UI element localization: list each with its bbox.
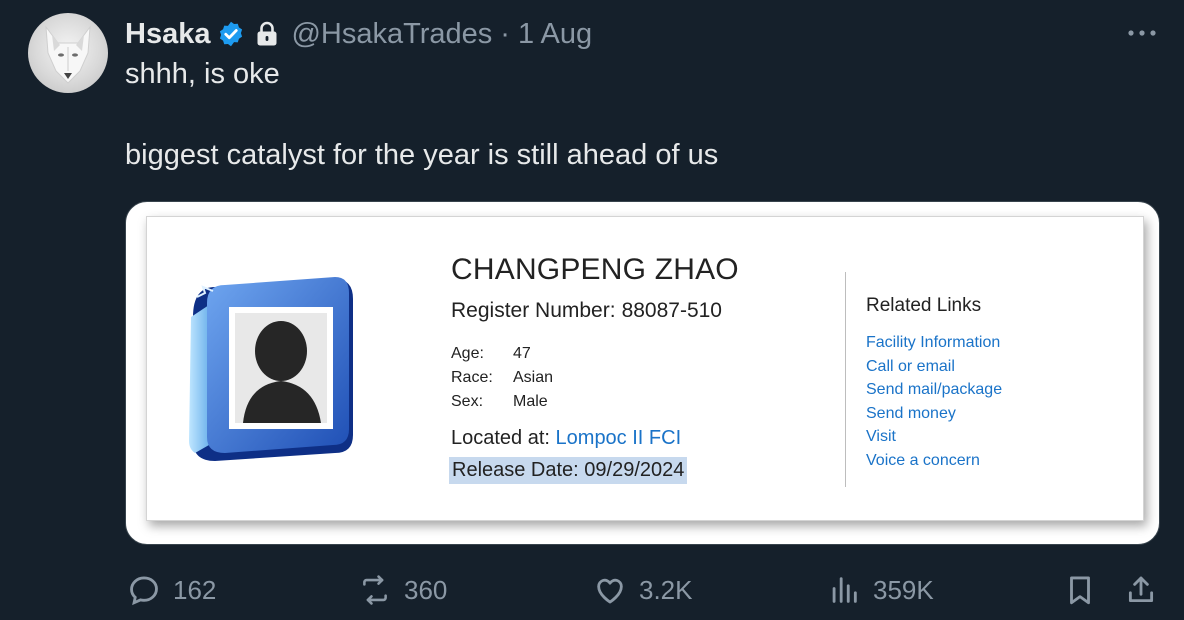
register-number: Register Number: 88087-510 [451,299,722,323]
located-label: Located at: [451,427,550,449]
reply-button[interactable]: 162 [127,570,216,610]
fact-race: Race: Asian [451,369,553,387]
wolf-avatar-icon [45,25,91,84]
more-icon[interactable] [1124,18,1160,48]
vertical-divider [845,272,846,487]
author-name[interactable]: Hsaka [125,18,210,51]
tweet-text-line-1: shhh, is oke [125,58,280,90]
facility-link[interactable]: Lompoc II FCI [556,427,682,449]
fact-label: Sex: [451,393,484,410]
avatar[interactable] [28,13,108,93]
related-link-send-money[interactable]: Send money [866,402,1002,426]
action-bar: 162 360 3.2K 359K [0,570,1184,610]
inmate-card: CHANGPENG ZHAO Register Number: 88087-510… [146,216,1144,521]
release-date: Release Date: 09/29/2024 [449,457,688,484]
located-at: Located at: Lompoc II FCI [451,427,681,450]
verified-badge-icon[interactable] [217,20,245,48]
share-icon[interactable] [1124,573,1158,607]
lock-icon [257,21,277,46]
register-value: 88087-510 [621,299,722,322]
bookmark-icon[interactable] [1063,573,1097,607]
reply-icon [130,576,158,606]
views-button[interactable]: 359K [827,570,934,610]
fact-label: Race: [451,369,493,386]
register-label: Register Number: [451,299,616,322]
tweet-date[interactable]: 1 Aug [518,18,592,51]
inmate-photo-icon [189,277,353,461]
views-icon [832,577,857,603]
fact-sex: Sex: Male [451,393,548,411]
repost-count: 360 [404,574,448,605]
related-links-list: Facility Information Call or email Send … [866,331,1002,472]
repost-icon [363,575,387,605]
related-links-title: Related Links [866,295,982,316]
like-count: 3.2K [639,574,693,605]
related-link-call-or-email[interactable]: Call or email [866,355,1002,379]
repost-button[interactable]: 360 [358,570,447,610]
related-link-facility-information[interactable]: Facility Information [866,331,1002,355]
inmate-name: CHANGPENG ZHAO [451,253,739,286]
like-icon [597,578,623,604]
fact-age: Age: 47 [451,345,531,363]
separator-dot: · [500,17,510,50]
author-handle[interactable]: @HsakaTrades [291,18,492,51]
fact-value: 47 [513,345,531,362]
fact-value: Male [513,393,548,410]
tweet-media[interactable]: CHANGPENG ZHAO Register Number: 88087-510… [125,201,1160,545]
reply-count: 162 [173,574,217,605]
related-link-send-mail[interactable]: Send mail/package [866,378,1002,402]
views-count: 359K [873,574,934,605]
related-link-visit[interactable]: Visit [866,425,1002,449]
related-link-voice-a-concern[interactable]: Voice a concern [866,449,1002,473]
tweet-header: Hsaka @HsakaTrades · 1 Aug [125,14,592,54]
fact-value: Asian [513,369,554,386]
like-button[interactable]: 3.2K [593,570,693,610]
tweet-text-line-2: biggest catalyst for the year is still a… [125,139,719,171]
fact-label: Age: [451,345,484,362]
